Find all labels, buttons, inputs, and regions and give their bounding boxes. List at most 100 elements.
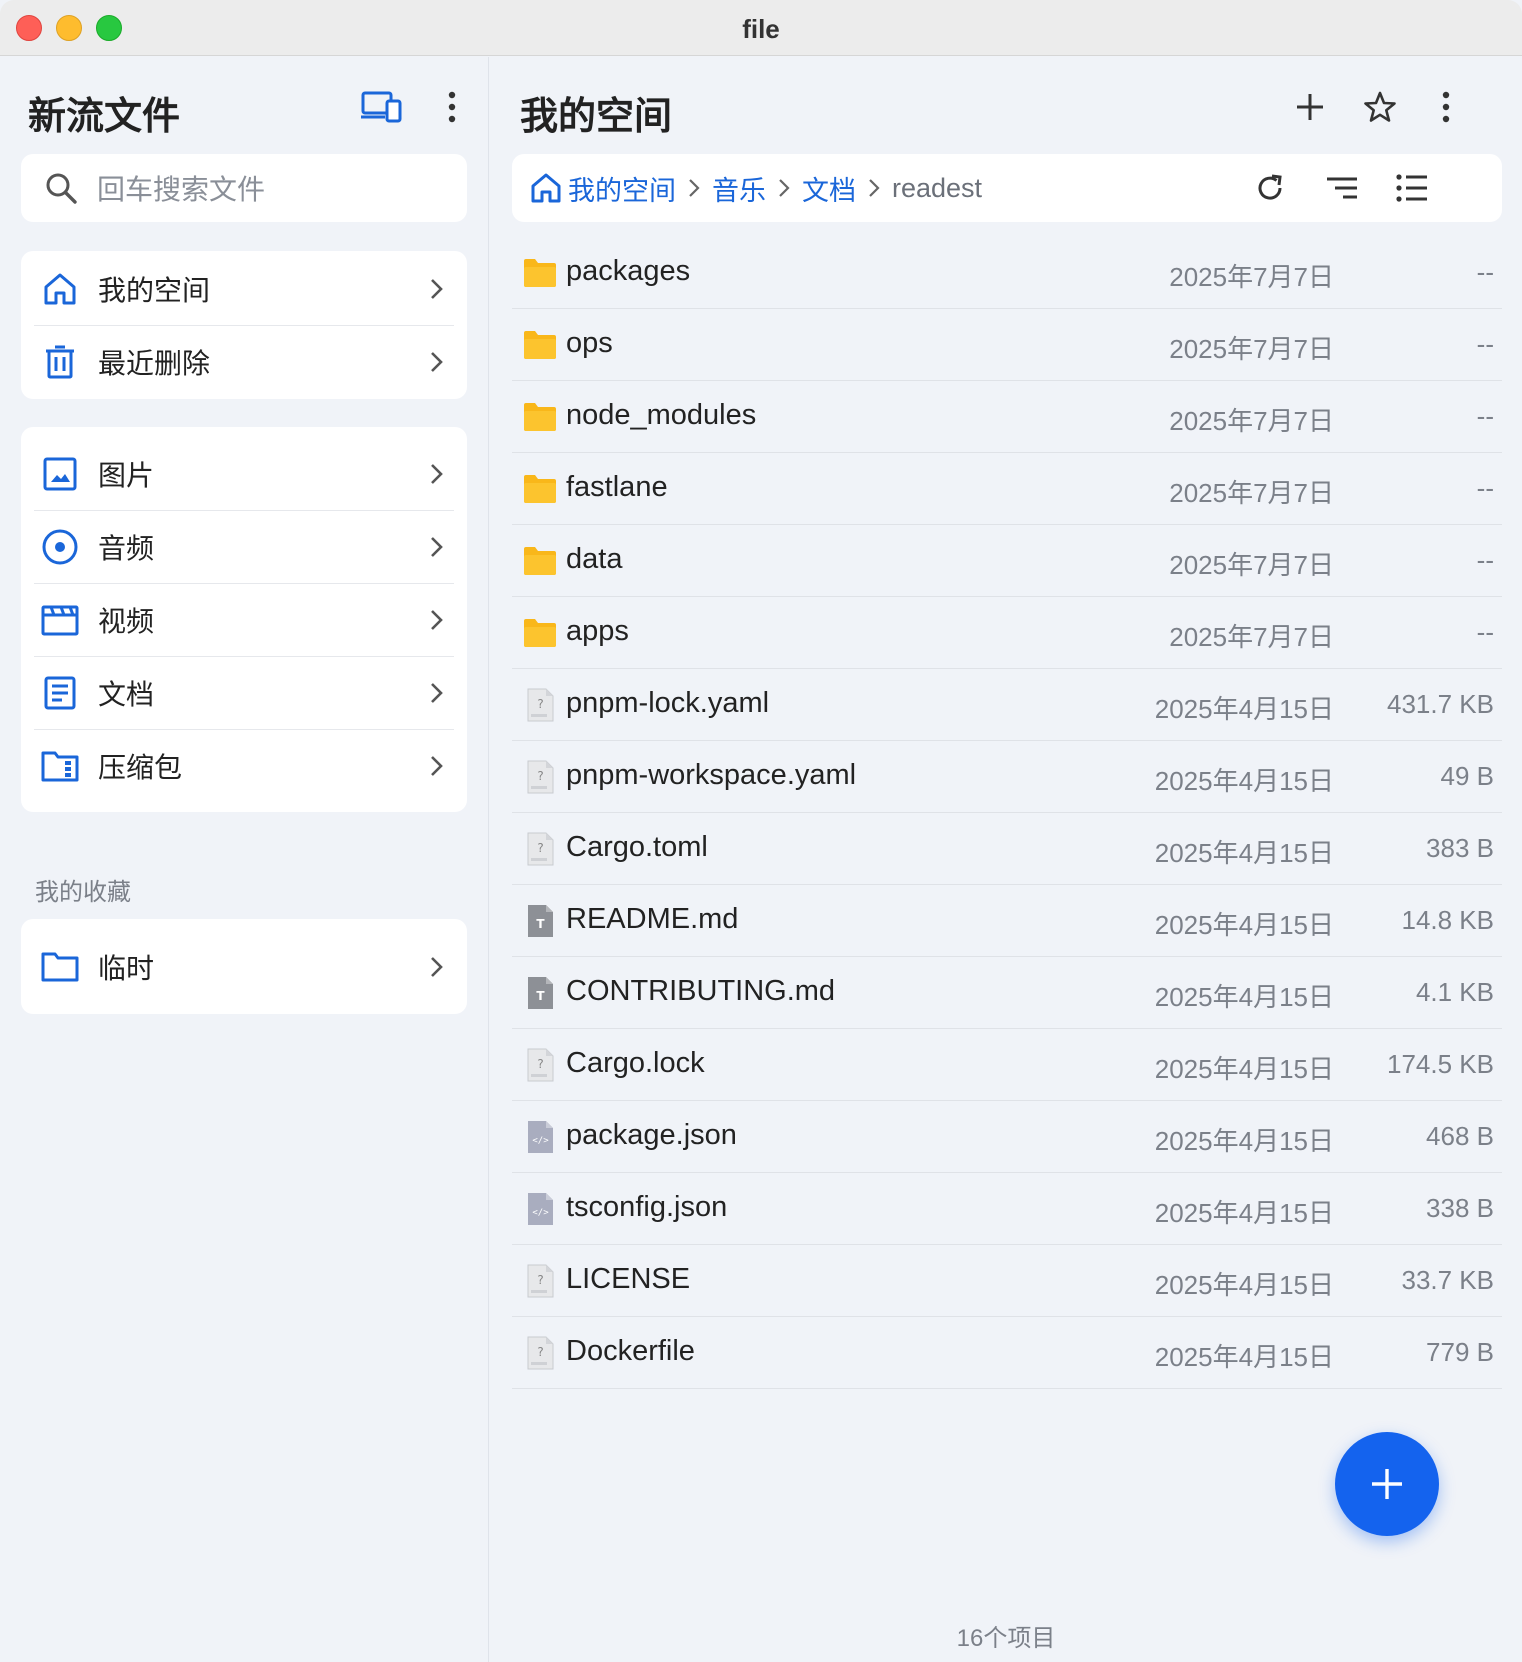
file-row[interactable]: ? Dockerfile 2025年4月15日 779 B (512, 1317, 1502, 1389)
svg-text:</>: </> (532, 1136, 549, 1146)
file-row[interactable]: T README.md 2025年4月15日 14.8 KB (512, 885, 1502, 957)
home-icon (40, 269, 80, 309)
breadcrumb-current: readest (892, 172, 983, 203)
app-title: 新流文件 (28, 96, 181, 138)
breadcrumb-link[interactable]: 音乐 (712, 169, 766, 208)
sidebar-item-archives[interactable]: 压缩包 (34, 729, 454, 802)
svg-text:?: ? (537, 1345, 543, 1359)
file-row[interactable]: apps 2025年7月7日 -- (512, 597, 1502, 669)
file-name: package.json (566, 1119, 737, 1151)
refresh-button[interactable] (1250, 168, 1290, 208)
file-row[interactable]: ? Cargo.toml 2025年4月15日 383 B (512, 813, 1502, 885)
chevron-right-icon (431, 278, 443, 299)
chevron-right-icon (431, 537, 443, 557)
file-row[interactable]: ? pnpm-workspace.yaml 2025年4月15日 49 B (512, 741, 1502, 813)
file-date: 2025年4月15日 (1154, 694, 1334, 724)
main-more-button[interactable] (1422, 83, 1470, 131)
file-name: data (566, 543, 623, 575)
file-row[interactable]: </> package.json 2025年4月15日 468 B (512, 1101, 1502, 1173)
unknown-file-icon: ? (522, 1335, 558, 1371)
file-date: 2025年4月15日 (1154, 1198, 1334, 1228)
text-file-icon: T (522, 903, 558, 939)
sidebar-item-temp[interactable]: 临时 (34, 930, 454, 1003)
file-row[interactable]: ? LICENSE 2025年4月15日 33.7 KB (512, 1245, 1502, 1317)
file-name: tsconfig.json (566, 1191, 728, 1223)
sort-button[interactable] (1322, 168, 1362, 208)
file-date: 2025年7月7日 (1169, 622, 1334, 652)
sidebar-item-recently-deleted[interactable]: 最近删除 (34, 325, 454, 398)
chevron-right-icon (431, 683, 443, 703)
window-title: file (742, 14, 780, 44)
file-row[interactable]: data 2025年7月7日 -- (512, 525, 1502, 597)
document-icon (40, 673, 80, 713)
chevron-right-icon (869, 179, 880, 197)
folder-icon (522, 615, 558, 651)
file-size: 338 B (1426, 1193, 1494, 1223)
unknown-file-icon: ? (522, 831, 558, 867)
file-row[interactable]: ops 2025年7月7日 -- (512, 309, 1502, 381)
devices-button[interactable] (358, 83, 406, 131)
file-date: 2025年4月15日 (1154, 1342, 1334, 1372)
file-name: Cargo.lock (566, 1047, 705, 1079)
favorites-section-label: 我的收藏 (35, 879, 131, 906)
sidebar-item-images[interactable]: 图片 (34, 437, 454, 510)
sidebar-item-documents[interactable]: 文档 (34, 656, 454, 729)
floating-add-button[interactable] (1335, 1432, 1439, 1536)
file-row[interactable]: packages 2025年7月7日 -- (512, 237, 1502, 309)
favorite-button[interactable] (1356, 83, 1404, 131)
file-list: packages 2025年7月7日 -- ops 2025年7月7日 -- node_mo… (512, 237, 1502, 1389)
favorites-card: 临时 (21, 919, 467, 1014)
code-file-icon: </> (522, 1191, 558, 1227)
file-row[interactable]: T CONTRIBUTING.md 2025年4月15日 4.1 KB (512, 957, 1502, 1029)
folder-icon (522, 399, 558, 435)
file-size: -- (1476, 401, 1494, 431)
primary-nav-card: 我的空间 最近删除 (21, 251, 467, 399)
search-input[interactable]: 回车搜索文件 (21, 154, 467, 222)
file-row[interactable]: fastlane 2025年7月7日 -- (512, 453, 1502, 525)
chevron-right-icon (689, 179, 700, 197)
audio-icon (40, 527, 80, 567)
file-name: pnpm-workspace.yaml (566, 759, 857, 791)
plus-icon (1372, 1469, 1402, 1499)
category-nav-card: 图片 音频 视频 文档 压缩包 (21, 427, 467, 812)
sidebar-item-video[interactable]: 视频 (34, 583, 454, 656)
file-row[interactable]: </> tsconfig.json 2025年4月15日 338 B (512, 1173, 1502, 1245)
file-row[interactable]: ? pnpm-lock.yaml 2025年4月15日 431.7 KB (512, 669, 1502, 741)
home-icon[interactable] (530, 172, 562, 204)
code-file-icon: </> (522, 1119, 558, 1155)
file-size: -- (1476, 617, 1494, 647)
file-date: 2025年4月15日 (1154, 838, 1334, 868)
search-placeholder: 回车搜索文件 (97, 174, 266, 205)
folder-icon (522, 327, 558, 363)
file-size: 174.5 KB (1387, 1049, 1494, 1079)
chevron-right-icon (431, 756, 443, 776)
view-mode-button[interactable] (1392, 168, 1432, 208)
sidebar-item-label: 我的空间 (98, 274, 211, 306)
file-row[interactable]: ? Cargo.lock 2025年4月15日 174.5 KB (512, 1029, 1502, 1101)
svg-text:?: ? (537, 769, 543, 783)
file-date: 2025年4月15日 (1154, 1126, 1334, 1156)
file-size: 779 B (1426, 1337, 1494, 1367)
file-date: 2025年4月15日 (1154, 1270, 1334, 1300)
image-icon (40, 454, 80, 494)
add-button[interactable] (1286, 83, 1334, 131)
file-name: ops (566, 327, 613, 359)
breadcrumb-link[interactable]: 文档 (802, 169, 856, 208)
sidebar-item-audio[interactable]: 音频 (34, 510, 454, 583)
breadcrumb-link[interactable]: 我的空间 (568, 169, 676, 208)
sidebar-item-my-space[interactable]: 我的空间 (34, 252, 454, 325)
refresh-icon (1258, 174, 1282, 200)
file-row[interactable]: node_modules 2025年7月7日 -- (512, 381, 1502, 453)
sidebar-item-label: 视频 (98, 606, 155, 637)
trash-icon (40, 342, 80, 382)
chevron-right-icon (779, 179, 790, 197)
file-name: Cargo.toml (566, 831, 708, 863)
file-size: -- (1476, 329, 1494, 359)
svg-text:T: T (536, 989, 545, 1003)
search-icon (46, 173, 77, 204)
page-title: 我的空间 (520, 96, 673, 138)
sidebar-more-button[interactable] (428, 83, 476, 131)
list-view-icon (1396, 174, 1427, 202)
chevron-right-icon (431, 610, 443, 630)
file-name: LICENSE (566, 1263, 691, 1295)
